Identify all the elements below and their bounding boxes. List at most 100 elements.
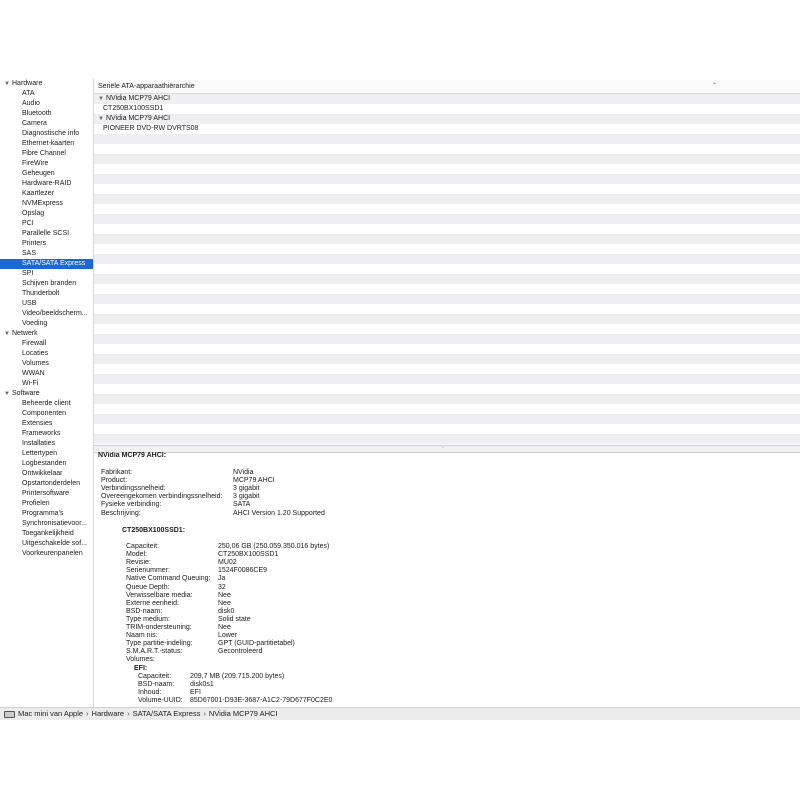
sidebar-item-uitgeschakelde-sof[interactable]: Uitgeschakelde sof... — [0, 539, 93, 549]
sidebar-item-sata-sata-express[interactable]: SATA/SATA Express — [0, 259, 93, 269]
sidebar-item-nvmexpress[interactable]: NVMExpress — [0, 199, 93, 209]
table-row-empty — [94, 284, 800, 294]
table-row[interactable]: ▼ NVidia MCP79 AHCI — [94, 94, 800, 104]
sidebar-item-profielen[interactable]: Profielen — [0, 499, 93, 509]
table-row-empty — [94, 324, 800, 334]
sidebar-item-thunderbolt[interactable]: Thunderbolt — [0, 289, 93, 299]
field-value: 3 gigabit — [233, 493, 260, 501]
sidebar-item-locaties[interactable]: Locaties — [0, 349, 93, 359]
field-label: Capaciteit: — [138, 673, 172, 680]
field-value: Nee — [218, 591, 231, 599]
sidebar-item-ethernet-kaarten[interactable]: Ethernet-kaarten — [0, 139, 93, 149]
sidebar-item-opslag[interactable]: Opslag — [0, 209, 93, 219]
sidebar-item-ata[interactable]: ATA — [0, 89, 93, 99]
table-header[interactable]: Seriële ATA-apparaathiërarchie ⌃ — [94, 80, 800, 94]
table-row-empty — [94, 274, 800, 284]
detail-pane: NVidia MCP79 AHCI: Fabrikant: NVidia Produ… — [94, 452, 800, 707]
field-label: Volumes: — [126, 656, 155, 664]
table-row[interactable]: PIONEER DVD-RW DVRTS08 — [94, 124, 800, 134]
sidebar-item-toegankelijkheid[interactable]: Toegankelijkheid — [0, 529, 93, 539]
sidebar-group-netwerk[interactable]: ▼ Netwerk — [0, 329, 93, 339]
disclosure-triangle-icon[interactable]: ▼ — [98, 94, 106, 104]
sidebar-item-label: ATA — [22, 90, 35, 97]
sidebar[interactable]: ▼ Hardware ATA Audio Bluetooth Camera Diagnost… — [0, 79, 94, 707]
sidebar-item-componenten[interactable]: Componenten — [0, 409, 93, 419]
table-row-empty — [94, 304, 800, 314]
sidebar-item-label: Ethernet-kaarten — [22, 140, 75, 147]
chevron-right-icon: › — [127, 709, 130, 718]
sidebar-item-video-beeldscherm[interactable]: Video/beeldscherm... — [0, 309, 93, 319]
sidebar-item-usb[interactable]: USB — [0, 299, 93, 309]
field-label: Beschrijving: — [101, 509, 141, 517]
sort-chevron-icon[interactable]: ⌃ — [712, 80, 717, 93]
breadcrumb-item[interactable]: SATA/SATA Express — [133, 709, 201, 718]
sidebar-item-voorkeurenpanelen[interactable]: Voorkeurenpanelen — [0, 549, 93, 559]
sidebar-item-hardware-raid[interactable]: Hardware-RAID — [0, 179, 93, 189]
disclosure-triangle-icon[interactable]: ▼ — [4, 329, 12, 339]
sidebar-item-audio[interactable]: Audio — [0, 99, 93, 109]
table-row-empty — [94, 244, 800, 254]
sidebar-item-geheugen[interactable]: Geheugen — [0, 169, 93, 179]
sidebar-item-firewall[interactable]: Firewall — [0, 339, 93, 349]
sidebar-item-lettertypen[interactable]: Lettertypen — [0, 449, 93, 459]
sidebar-item-label: Volumes — [22, 360, 49, 367]
table-row[interactable]: ▼ NVidia MCP79 AHCI — [94, 114, 800, 124]
sidebar-item-label: Firewall — [22, 340, 47, 347]
device-hierarchy-table[interactable]: Seriële ATA-apparaathiërarchie ⌃ ▼ NVidia… — [94, 80, 800, 445]
field-label: Externe eenheid: — [126, 599, 179, 607]
sidebar-item-opstartonderdelen[interactable]: Opstartonderdelen — [0, 479, 93, 489]
sidebar-item-logbestanden[interactable]: Logbestanden — [0, 459, 93, 469]
sidebar-group-hardware[interactable]: ▼ Hardware — [0, 79, 93, 89]
table-row-empty — [94, 134, 800, 144]
sidebar-item-frameworks[interactable]: Frameworks — [0, 429, 93, 439]
field-value: 32 — [218, 583, 226, 591]
sidebar-item-printers[interactable]: Printers — [0, 239, 93, 249]
sidebar-item-camera[interactable]: Camera — [0, 119, 93, 129]
breadcrumb-item[interactable]: NVidia MCP79 AHCI — [209, 709, 278, 718]
splitter-grip-icon[interactable]: ◦ — [442, 445, 444, 451]
field-value: 250,06 GB (250.059.350.016 bytes) — [218, 543, 330, 550]
field-value: disk0s1 — [190, 681, 214, 689]
sidebar-item-volumes[interactable]: Volumes — [0, 359, 93, 369]
sidebar-item-ontwikkelaar[interactable]: Ontwikkelaar — [0, 469, 93, 479]
sidebar-item-schijven-branden[interactable]: Schijven branden — [0, 279, 93, 289]
sidebar-item-wwan[interactable]: WWAN — [0, 369, 93, 379]
sidebar-item-pci[interactable]: PCI — [0, 219, 93, 229]
disclosure-triangle-icon[interactable]: ▼ — [4, 389, 12, 399]
breadcrumb-item[interactable]: Hardware — [92, 709, 125, 718]
sidebar-item-label: Video/beeldscherm... — [22, 310, 88, 317]
field-value: Ja — [218, 575, 226, 583]
table-row-empty — [94, 344, 800, 354]
sidebar-item-programma-s[interactable]: Programma's — [0, 509, 93, 519]
field-label: Product: — [101, 477, 128, 485]
sidebar-item-synchronisatievoor[interactable]: Synchronisatievoor... — [0, 519, 93, 529]
field-label: Volume-UUID: — [138, 697, 183, 705]
field-label: Fysieke verbinding: — [101, 501, 162, 509]
sidebar-item-firewire[interactable]: FireWire — [0, 159, 93, 169]
sidebar-item-kaartlezer[interactable]: Kaartlezer — [0, 189, 93, 199]
sidebar-item-bluetooth[interactable]: Bluetooth — [0, 109, 93, 119]
sidebar-item-sas[interactable]: SAS — [0, 249, 93, 259]
sidebar-item-label: PCI — [22, 220, 34, 227]
table-row[interactable]: CT250BX100SSD1 — [94, 104, 800, 114]
table-row-empty — [94, 234, 800, 244]
sidebar-item-voeding[interactable]: Voeding — [0, 319, 93, 329]
sidebar-item-parallelle-scsi[interactable]: Parallelle SCSI — [0, 229, 93, 239]
table-row-empty — [94, 434, 800, 444]
sidebar-item-wi-fi[interactable]: Wi-Fi — [0, 379, 93, 389]
disclosure-triangle-icon[interactable]: ▼ — [98, 114, 106, 124]
table-row-empty — [94, 264, 800, 274]
sidebar-group-software[interactable]: ▼ Software — [0, 389, 93, 399]
sidebar-item-printersoftware[interactable]: Printersoftware — [0, 489, 93, 499]
field-label: TRIM-ondersteuning: — [126, 624, 192, 631]
sidebar-item-diagnostische-info[interactable]: Diagnostische info — [0, 129, 93, 139]
sidebar-item-label: Toegankelijkheid — [22, 530, 74, 537]
sidebar-item-beheerde-client[interactable]: Beheerde client — [0, 399, 93, 409]
sidebar-item-extensies[interactable]: Extensies — [0, 419, 93, 429]
disclosure-triangle-icon[interactable]: ▼ — [4, 79, 12, 89]
sidebar-item-installaties[interactable]: Installaties — [0, 439, 93, 449]
breadcrumb-item[interactable]: Mac mini van Apple — [18, 709, 83, 718]
sidebar-item-fibre-channel[interactable]: Fibre Channel — [0, 149, 93, 159]
field-value: MU02 — [218, 559, 237, 567]
sidebar-item-spi[interactable]: SPI — [0, 269, 93, 279]
